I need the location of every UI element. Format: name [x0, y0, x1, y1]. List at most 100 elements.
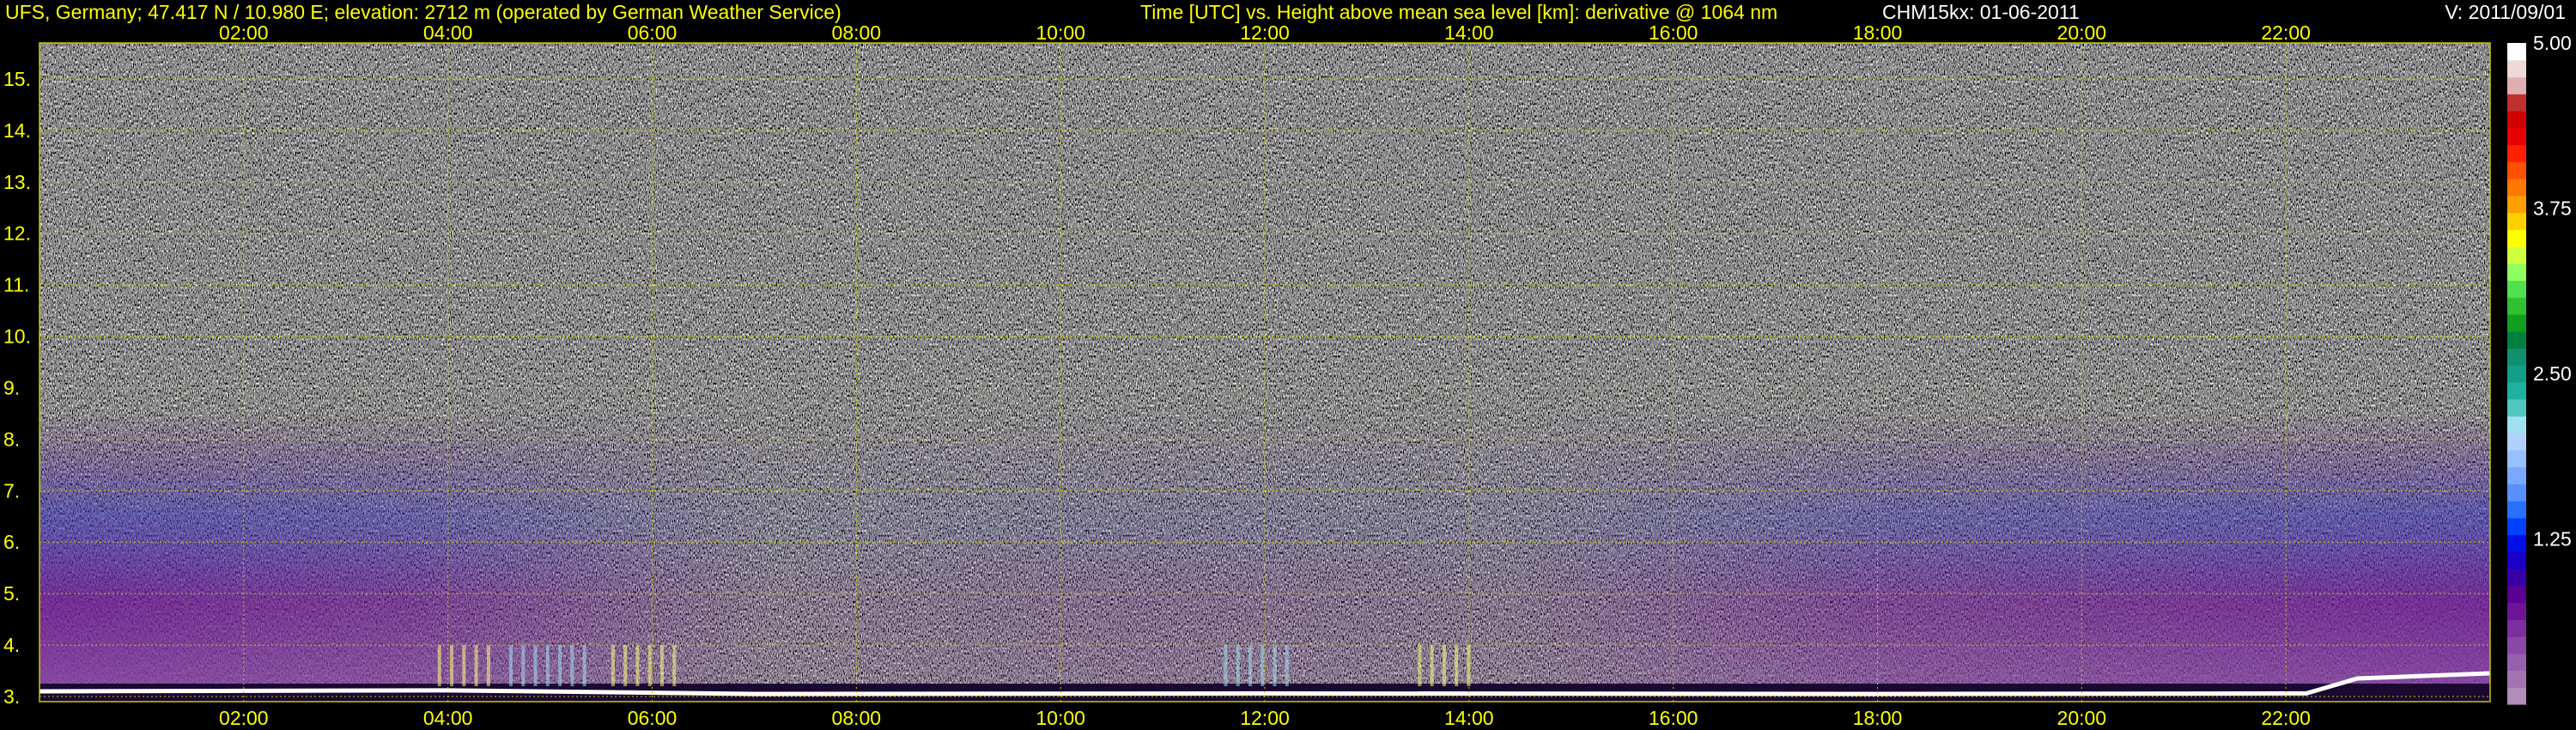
colorbar-swatch	[2507, 517, 2526, 536]
x-tick-label-bottom: 12:00	[1240, 707, 1290, 729]
colorbar-swatch	[2507, 569, 2526, 587]
convective-plume	[509, 645, 513, 687]
convective-plume	[1261, 645, 1265, 687]
convective-plume	[623, 645, 628, 687]
y-tick-label: 13.	[3, 171, 31, 193]
x-tick-label-bottom: 16:00	[1649, 707, 1698, 729]
colorbar-swatch	[2507, 178, 2526, 197]
y-tick-label: 11.	[3, 274, 29, 296]
x-tick-label-bottom: 10:00	[1036, 707, 1085, 729]
colorbar-swatch	[2507, 416, 2526, 434]
colorbar-swatch	[2507, 484, 2526, 502]
x-tick-label-top: 08:00	[832, 21, 882, 44]
colorbar-swatch	[2507, 246, 2526, 265]
convective-plume	[1430, 645, 1434, 687]
convective-plume	[570, 645, 574, 687]
convective-plume	[1236, 645, 1240, 687]
colorbar-swatch	[2507, 110, 2526, 129]
y-tick-label: 9.	[3, 376, 20, 398]
colorbar-swatch	[2507, 534, 2526, 552]
convective-plume	[1224, 645, 1228, 687]
convective-plume	[647, 645, 652, 687]
version-label: V: 2011/09/01	[2445, 1, 2566, 23]
colorbar-swatch	[2507, 76, 2526, 94]
colorbar-swatch	[2507, 331, 2526, 349]
y-tick-label: 15.	[3, 68, 31, 90]
x-tick-label-bottom: 08:00	[832, 707, 882, 729]
colorbar-swatch	[2507, 297, 2526, 315]
instrument-label: CHM15kx: 01-06-2011	[1882, 1, 2080, 23]
convective-plume	[582, 645, 586, 687]
y-tick-label: 5.	[3, 582, 20, 605]
colorbar-swatch	[2507, 585, 2526, 604]
x-tick-label-bottom: 20:00	[2057, 707, 2107, 729]
convective-plume	[1442, 645, 1446, 687]
x-tick-label-bottom: 04:00	[423, 707, 473, 729]
colorbar-swatch	[2507, 280, 2526, 298]
colorbar-swatch	[2507, 348, 2526, 366]
x-tick-label-top: 04:00	[423, 21, 473, 44]
colorbar-swatch	[2507, 313, 2526, 332]
x-tick-label-top: 18:00	[1853, 21, 1903, 44]
x-tick-label-bottom: 22:00	[2261, 707, 2311, 729]
y-tick-label: 8.	[3, 428, 20, 450]
chart-title: Time [UTC] vs. Height above mean sea lev…	[1140, 1, 1777, 23]
colorbar-tick-label: 3.75	[2533, 198, 2572, 220]
colorbar-tick-label: 5.00	[2533, 32, 2572, 54]
x-tick-label-top: 10:00	[1036, 21, 1085, 44]
colorbar-swatch	[2507, 619, 2526, 637]
x-tick-label-top: 22:00	[2261, 21, 2311, 44]
y-tick-label: 7.	[3, 479, 20, 502]
x-tick-label-top: 12:00	[1240, 21, 1290, 44]
convective-plume	[660, 645, 665, 687]
plot-area	[39, 42, 2491, 703]
colorbar-swatch	[2507, 653, 2526, 672]
x-tick-label-top: 06:00	[628, 21, 677, 44]
colorbar-swatch	[2507, 195, 2526, 214]
x-tick-label-bottom: 06:00	[628, 707, 677, 729]
colorbar-swatch	[2507, 466, 2526, 484]
convective-plume	[672, 645, 677, 687]
colorbar-swatch	[2507, 144, 2526, 162]
x-tick-label-top: 02:00	[219, 21, 269, 44]
y-tick-label: 14.	[3, 119, 31, 142]
convective-plume	[1455, 645, 1459, 687]
x-tick-label-top: 16:00	[1649, 21, 1698, 44]
convective-plume	[1273, 645, 1277, 687]
convective-plume	[1248, 645, 1252, 687]
colorbar-tick-label: 2.50	[2533, 362, 2572, 385]
x-tick-labels-bottom: 02:00 04:00 06:00 08:00 10:00 12:00 14:00 16:00…	[219, 707, 2311, 729]
colorbar-swatch	[2507, 229, 2526, 247]
colorbar-swatch	[2507, 670, 2526, 688]
colorbar-swatch	[2507, 127, 2526, 146]
ceilometer-chart: UFS, Germany; 47.417 N / 10.980 E; eleva…	[3, 1, 2572, 729]
y-tick-label: 3.	[3, 685, 20, 708]
colorbar-swatch	[2507, 94, 2526, 112]
convective-plume	[1418, 645, 1422, 687]
colorbar-swatch	[2507, 43, 2526, 61]
station-label: UFS, Germany; 47.417 N / 10.980 E; eleva…	[5, 1, 841, 23]
convective-plume	[1285, 645, 1289, 687]
x-tick-label-bottom: 14:00	[1444, 707, 1494, 729]
colorbar-swatch	[2507, 381, 2526, 400]
colorbar-swatch	[2507, 433, 2526, 451]
y-tick-label: 6.	[3, 531, 20, 553]
convective-plume	[558, 645, 562, 687]
colorbar-tick-label: 1.25	[2533, 528, 2572, 551]
x-tick-labels-top: 02:00 04:00 06:00 08:00 10:00 12:00 14:00 16:00…	[219, 21, 2311, 44]
convective-plume	[521, 645, 526, 687]
colorbar-swatch	[2507, 551, 2526, 569]
colorbar-swatch	[2507, 263, 2526, 282]
convective-plume	[635, 645, 640, 687]
colorbar: 5.00 3.75 2.50 1.25	[2507, 32, 2572, 705]
convective-plume	[450, 645, 454, 687]
convective-plume	[545, 645, 550, 687]
y-tick-label: 12.	[3, 222, 31, 245]
x-tick-label-top: 14:00	[1444, 21, 1494, 44]
y-tick-labels: 3. 4. 5. 6. 7. 8. 9. 10. 11. 12. 13. 14. 15.	[3, 68, 31, 708]
colorbar-swatch	[2507, 59, 2526, 78]
colorbar-swatch	[2507, 449, 2526, 468]
convective-plume	[474, 645, 478, 687]
convective-plume	[462, 645, 466, 687]
colorbar-swatch	[2507, 365, 2526, 383]
